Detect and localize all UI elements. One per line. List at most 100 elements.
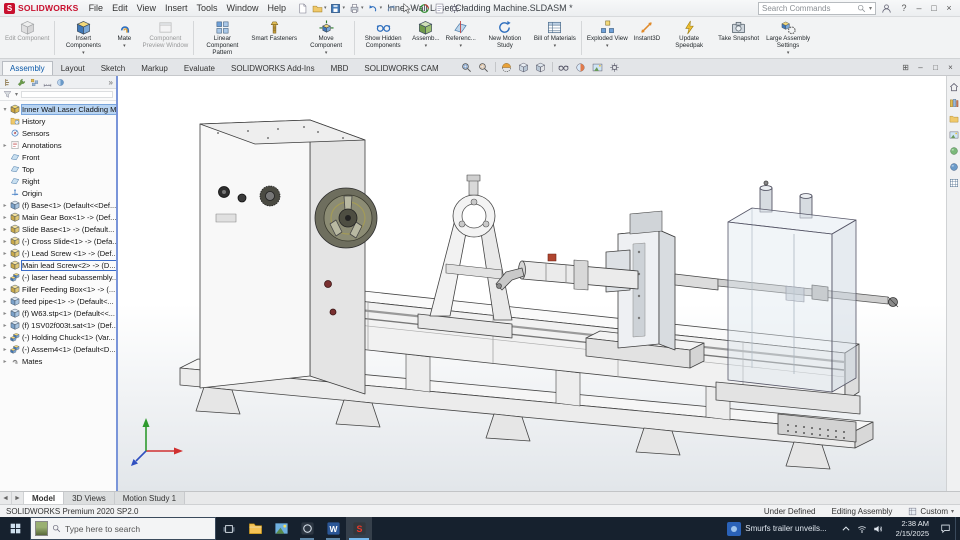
tab-solidworks-add-ins[interactable]: SOLIDWORKS Add-Ins [223,61,323,75]
displaymanager-tab[interactable] [55,77,65,87]
panel-overflow-icon[interactable]: » [109,78,113,87]
tree-item[interactable]: ▸ (-) laser head subassembly... [0,271,116,283]
assembly-features-button[interactable]: Assemb... ▾ [409,18,443,58]
media-app-taskbar-button[interactable] [294,517,320,540]
open-caret-icon[interactable]: ▾ [324,5,327,11]
tree-filter-input[interactable] [21,91,113,98]
display-style-button[interactable] [535,61,547,73]
tree-item[interactable]: ▸ (f) W63.stp<1> (Default<<... [0,307,116,319]
tree-expand-icon[interactable]: ▸ [2,262,8,269]
tab-evaluate[interactable]: Evaluate [176,61,223,75]
menu-insert[interactable]: Insert [161,2,192,14]
news-widget[interactable]: Smurfs trailer unveils... [719,517,834,540]
section-view-button[interactable] [501,61,513,73]
propertymanager-tab[interactable] [16,77,26,87]
configurationmanager-tab[interactable] [29,77,39,87]
menu-tools[interactable]: Tools [192,2,221,14]
tree-item[interactable]: ▸ Annotations [0,139,116,151]
view-orientation-button[interactable] [518,61,530,73]
dimxpert-tab[interactable] [42,77,52,87]
tree-expand-icon[interactable]: ▾ [2,106,8,113]
print-caret-icon[interactable]: ▾ [361,5,364,11]
select-caret-icon[interactable]: ▾ [413,5,416,11]
undo-button[interactable] [367,2,379,14]
tree-item[interactable]: Sensors [0,127,116,139]
tree-expand-icon[interactable]: ▸ [2,226,8,233]
hidden-icons-chevron-icon[interactable] [841,523,852,534]
tree-item[interactable]: Front [0,151,116,163]
dropdown-caret-icon[interactable]: ▾ [787,50,790,56]
minimize-doc-button[interactable]: – [914,61,927,73]
hide-show-items-button[interactable] [558,61,570,73]
solidworks-taskbar-button[interactable]: S [346,517,372,540]
search-caret-icon[interactable]: ▾ [869,5,872,12]
maximize-button[interactable]: □ [927,2,941,15]
network-icon[interactable] [857,523,868,534]
open-button[interactable] [311,2,323,14]
menu-view[interactable]: View [133,2,160,14]
show-hidden-button[interactable]: Show Hidden Components [357,18,409,58]
doc-tab-motion-study-1[interactable]: Motion Study 1 [114,492,186,504]
doc-tab-model[interactable]: Model [24,492,65,504]
tree-expand-icon[interactable]: ▸ [2,214,8,221]
view-palette-icon[interactable] [948,129,959,140]
undo-caret-icon[interactable]: ▾ [380,5,383,11]
taskbar-clock[interactable]: 2:38 AM 2/15/2025 [890,519,935,539]
tree-expand-icon[interactable]: ▸ [2,250,8,257]
tab-solidworks-cam[interactable]: SOLIDWORKS CAM [356,61,446,75]
task-view-button[interactable] [216,517,242,540]
minimize-button[interactable]: – [912,2,926,15]
take-snapshot-button[interactable]: Take Snapshot [715,18,762,58]
tab-layout[interactable]: Layout [53,61,93,75]
doc-tab-scroll-left[interactable]: ◄ [0,492,12,504]
tree-item[interactable]: ▸ Main Gear Box<1> -> (Def... [0,211,116,223]
dropdown-caret-icon[interactable]: ▾ [606,43,609,49]
tab-sketch[interactable]: Sketch [93,61,133,75]
filter-caret-icon[interactable]: ▾ [15,91,18,98]
tree-item[interactable]: ▸ feed pipe<1> -> (Default<... [0,295,116,307]
machine-model[interactable] [118,76,946,491]
view-settings-button[interactable] [609,61,621,73]
tree-item[interactable]: ▸ (-) Holding Chuck<1> (Var... [0,331,116,343]
restore-doc-button[interactable]: □ [929,61,942,73]
speedpak-button[interactable]: Update Speedpak [663,18,715,58]
tree-expand-icon[interactable]: ▸ [2,358,8,365]
tree-root-item[interactable]: ▾ Inner Wall Laser Cladding Mac [0,103,116,115]
graphics-viewport[interactable] [118,76,946,491]
dropdown-caret-icon[interactable]: ▾ [221,57,224,58]
tree-item[interactable]: ▸ (-) Lead Screw <1> -> (Def... [0,247,116,259]
print-button[interactable] [348,2,360,14]
home-icon[interactable] [948,81,959,92]
tree-filter-bar[interactable]: ▾ [0,89,116,101]
start-button[interactable] [0,517,30,540]
search-icon[interactable] [857,4,866,13]
menu-file[interactable]: File [85,2,108,14]
tree-expand-icon[interactable]: ▸ [2,142,8,149]
select-button[interactable] [400,2,412,14]
doc-tab-scroll-right[interactable]: ► [12,492,24,504]
redo-button[interactable] [385,2,397,14]
move-component-button[interactable]: Move Component ▾ [300,18,352,58]
word-taskbar-button[interactable]: W [320,517,346,540]
tree-expand-icon[interactable]: ▸ [2,202,8,209]
tree-item[interactable]: ▸ (-) Cross Slide<1> -> (Defa... [0,235,116,247]
scenes-icon[interactable] [948,161,959,172]
file-properties-button[interactable] [434,2,446,14]
menu-edit[interactable]: Edit [108,2,132,14]
tree-item[interactable]: Origin [0,187,116,199]
tree-item[interactable]: ▸ Mates [0,355,116,367]
save-button[interactable] [330,2,342,14]
filter-icon[interactable] [3,90,12,99]
tree-item[interactable]: History [0,115,116,127]
tree-item[interactable]: ▸ Main lead Screw<2> -> (D... [0,259,116,271]
design-library-icon[interactable] [948,97,959,108]
new-document-button[interactable] [296,2,308,14]
doc-tab-3d-views[interactable]: 3D Views [64,492,115,504]
edit-appearance-button[interactable] [575,61,587,73]
taskbar-search[interactable]: Type here to search [30,517,216,540]
smart-fasteners-button[interactable]: Smart Fasteners [248,18,300,58]
help-button[interactable]: ? [897,2,911,15]
tree-item[interactable]: ▸ Filler Feeding Box<1> -> (... [0,283,116,295]
menu-window[interactable]: Window [222,2,262,14]
tree-expand-icon[interactable]: ▸ [2,346,8,353]
